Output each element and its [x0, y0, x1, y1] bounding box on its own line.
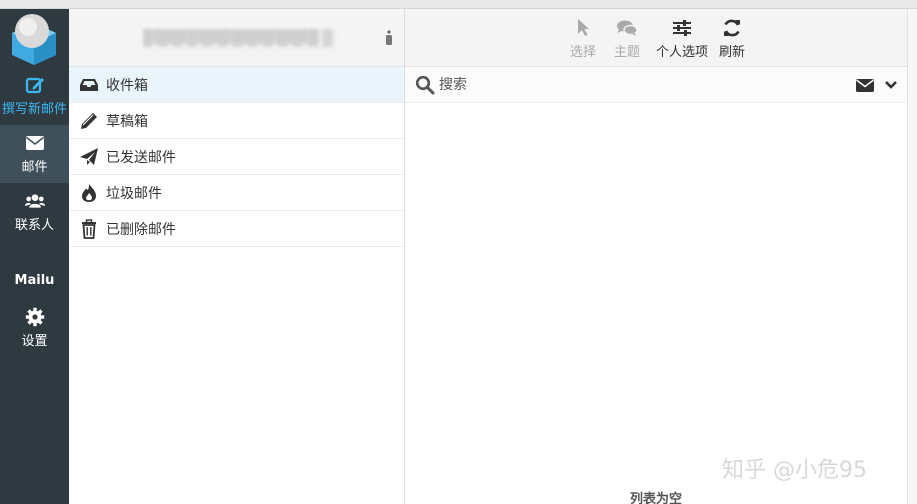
- nav-mail[interactable]: 邮件: [0, 125, 69, 183]
- folder-trash[interactable]: 已删除邮件: [69, 211, 404, 247]
- envelope-icon: [25, 133, 45, 153]
- refresh-label: 刷新: [718, 44, 745, 60]
- refresh-icon: [722, 17, 742, 39]
- roundcube-logo[interactable]: [0, 9, 69, 67]
- refresh-button[interactable]: 刷新: [715, 15, 749, 61]
- right-edge-panel: [907, 9, 917, 504]
- folder-label: 已发送邮件: [106, 149, 176, 166]
- account-menu-dots-icon[interactable]: [385, 29, 393, 47]
- fire-icon: [79, 183, 99, 203]
- main-nav: 撰写新邮件 邮件 联系人 Mailu 设置: [0, 9, 69, 504]
- chevron-down-icon[interactable]: [883, 76, 899, 94]
- mail-label: 邮件: [21, 160, 48, 175]
- folder-label: 已删除邮件: [106, 221, 176, 238]
- nav-settings[interactable]: 设置: [0, 299, 69, 357]
- account-header: ████████████████: [69, 9, 404, 67]
- cursor-icon: [576, 17, 590, 39]
- folder-junk[interactable]: 垃圾邮件: [69, 175, 404, 211]
- envelope-filter-icon[interactable]: [855, 76, 875, 94]
- users-icon: [24, 191, 45, 211]
- paper-plane-icon: [79, 147, 99, 167]
- search-input[interactable]: [439, 73, 839, 97]
- comments-icon: [616, 17, 638, 39]
- options-label: 个人选项: [655, 44, 708, 60]
- folder-panel: ████████████████ 收件箱 草稿箱 已发送邮件 垃圾邮件 已删除邮…: [69, 9, 405, 504]
- nav-contacts[interactable]: 联系人: [0, 183, 69, 241]
- empty-list-message: 列表为空: [629, 492, 682, 504]
- inbox-icon: [79, 75, 99, 95]
- folder-label: 收件箱: [106, 77, 148, 94]
- search-icon[interactable]: [415, 75, 435, 95]
- folder-sent[interactable]: 已发送邮件: [69, 139, 404, 175]
- search-bar: [405, 67, 907, 103]
- watermark: 知乎 @小危95: [722, 458, 867, 483]
- folder-label: 垃圾邮件: [106, 185, 162, 202]
- options-button[interactable]: 个人选项: [653, 15, 711, 61]
- brand-label[interactable]: Mailu: [0, 273, 69, 288]
- thread-label: 主题: [613, 44, 640, 60]
- settings-label: 设置: [21, 334, 48, 349]
- sliders-icon: [672, 17, 692, 39]
- folder-inbox[interactable]: 收件箱: [69, 67, 404, 103]
- folder-label: 草稿箱: [106, 113, 148, 130]
- folder-list: 收件箱 草稿箱 已发送邮件 垃圾邮件 已删除邮件: [69, 67, 404, 247]
- pencil-icon: [79, 111, 99, 131]
- select-button[interactable]: 选择: [567, 15, 599, 61]
- thread-button[interactable]: 主题: [611, 15, 643, 61]
- gear-icon: [25, 307, 45, 327]
- contacts-label: 联系人: [14, 218, 54, 233]
- compose-button[interactable]: 撰写新邮件: [0, 67, 69, 125]
- trash-icon: [79, 218, 99, 239]
- window-top-strip: [0, 0, 917, 9]
- select-label: 选择: [569, 44, 596, 60]
- account-name[interactable]: ████████████████: [143, 29, 335, 47]
- folder-drafts[interactable]: 草稿箱: [69, 103, 404, 139]
- message-toolbar: 选择 主题 个人选项 刷新: [405, 9, 907, 67]
- compose-icon: [25, 75, 45, 95]
- compose-label: 撰写新邮件: [1, 102, 67, 117]
- message-panel: 选择 主题 个人选项 刷新 搜索 列表为空: [405, 9, 907, 504]
